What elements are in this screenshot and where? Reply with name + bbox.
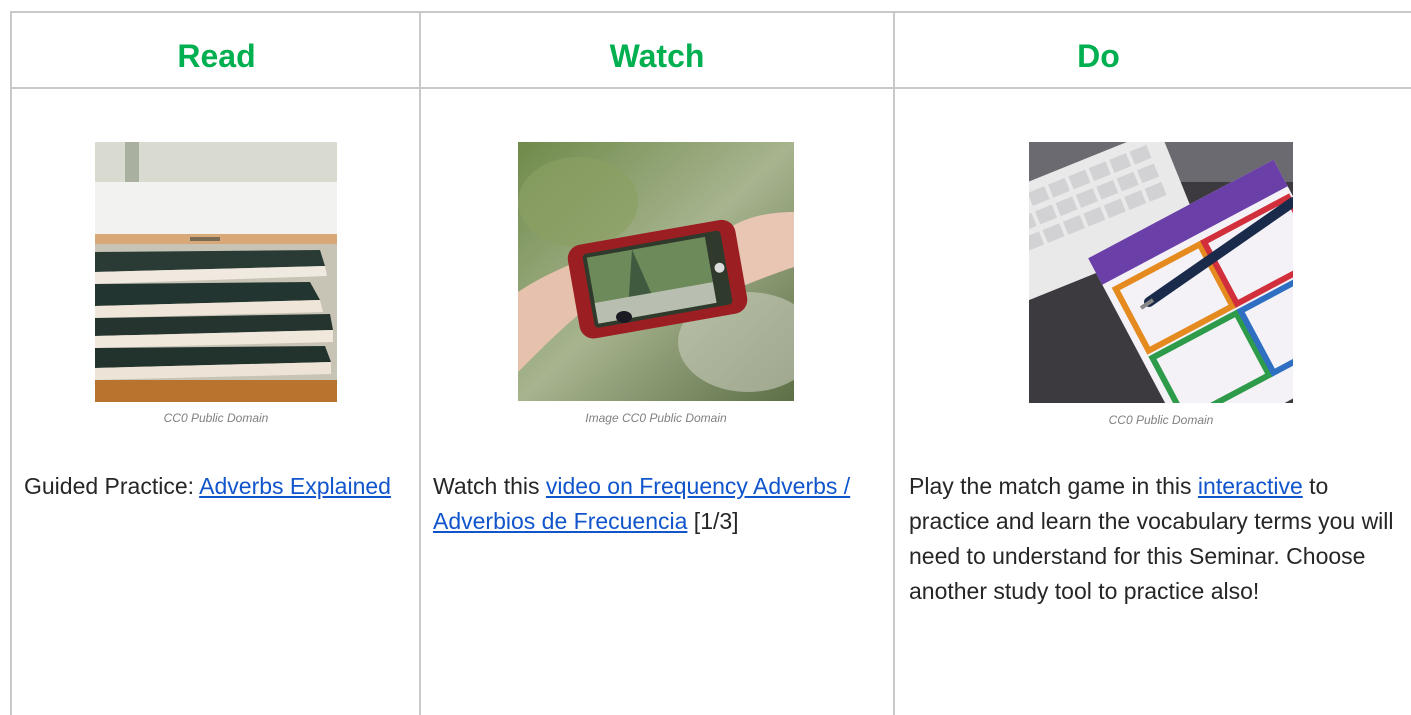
read-image-caption: CC0 Public Domain bbox=[163, 411, 269, 425]
read-heading: Read bbox=[177, 38, 256, 74]
phone-photo-image bbox=[518, 142, 794, 401]
read-column: Read CC0 Public Domain Guided Practice: … bbox=[12, 13, 421, 715]
do-image-caption: CC0 Public Domain bbox=[1108, 413, 1214, 427]
tablet-books-photo bbox=[95, 142, 337, 402]
do-heading: Do bbox=[1077, 38, 1120, 74]
do-prefix: Play the match game in this bbox=[909, 473, 1198, 499]
do-header-cell: Do bbox=[895, 13, 1411, 89]
watch-suffix: [1/3] bbox=[687, 508, 739, 534]
watch-description: Watch this video on Frequency Adverbs / … bbox=[433, 469, 873, 539]
read-header-cell: Read bbox=[12, 13, 421, 89]
watch-heading: Watch bbox=[609, 38, 705, 74]
resource-table: Read CC0 Public Domain Guided Practice: … bbox=[10, 11, 1411, 715]
interactive-link[interactable]: interactive bbox=[1198, 473, 1303, 499]
watch-column: Watch Image CC0 Public Domain Watch this… bbox=[419, 13, 895, 715]
watch-prefix: Watch this bbox=[433, 473, 546, 499]
do-description: Play the match game in this interactive … bbox=[909, 469, 1399, 609]
watch-header-cell: Watch bbox=[419, 13, 895, 89]
keyboard-worksheet-photo bbox=[1029, 142, 1293, 403]
read-prefix: Guided Practice: bbox=[24, 473, 200, 499]
adverbs-explained-link[interactable]: Adverbs Explained bbox=[199, 473, 391, 499]
watch-image-caption: Image CC0 Public Domain bbox=[585, 411, 727, 425]
do-column: Do CC0 Public Domain Play the match game… bbox=[895, 13, 1411, 715]
read-description: Guided Practice: Adverbs Explained bbox=[24, 469, 404, 504]
